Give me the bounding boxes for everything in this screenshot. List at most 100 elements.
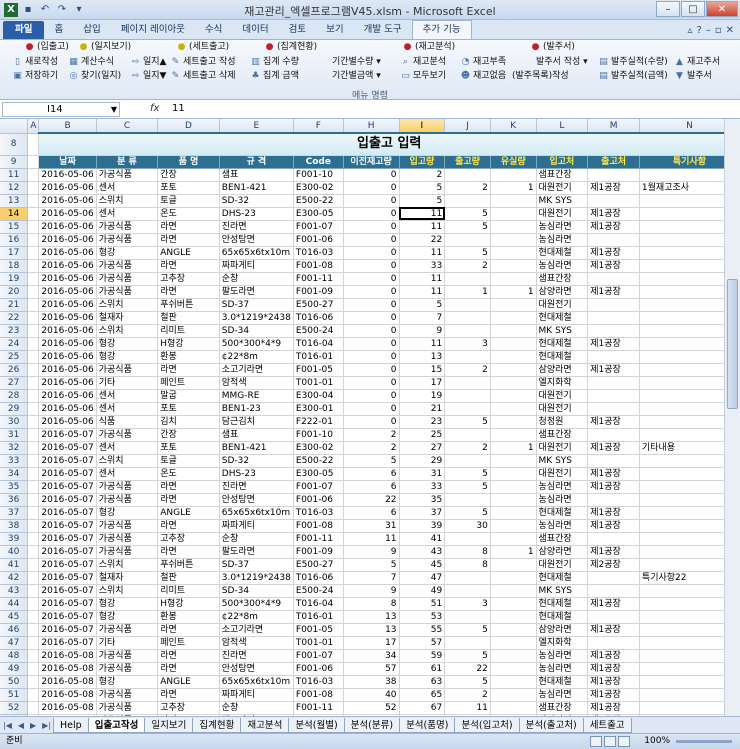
cell[interactable]: 가공식품 — [96, 168, 159, 182]
cell[interactable]: 2 — [444, 688, 491, 702]
cell[interactable] — [587, 454, 640, 468]
cell[interactable]: 현대제철 — [536, 506, 589, 520]
cell[interactable]: E500-27 — [293, 298, 344, 312]
row-header[interactable]: 15 — [0, 220, 29, 234]
cell[interactable]: 안성탕면 — [219, 662, 294, 676]
spreadsheet-table[interactable]: A B C D E F H I J K L M N 8 입출고 입력 9 날짜 … — [0, 119, 740, 716]
row-header[interactable]: 33 — [0, 454, 29, 468]
page-break-view-icon[interactable] — [618, 736, 630, 747]
cell[interactable]: 0 — [343, 220, 400, 234]
order-sheet-down-button[interactable]: ▼ 발주서 — [674, 70, 712, 83]
tab-developer[interactable]: 개발 도구 — [354, 21, 412, 39]
cell[interactable]: 담근김치 — [219, 415, 294, 429]
cell[interactable] — [490, 428, 537, 442]
cell[interactable]: 3.0*1219*2438 — [219, 311, 294, 325]
cell[interactable]: 57 — [343, 662, 400, 676]
cell[interactable]: 철재자 — [96, 571, 159, 585]
cell[interactable]: 57 — [399, 636, 446, 650]
cell[interactable] — [490, 623, 537, 637]
cell[interactable] — [444, 610, 491, 624]
cell[interactable]: 2016-05-07 — [38, 636, 97, 650]
cell[interactable]: 2016-05-06 — [38, 181, 97, 195]
cell[interactable]: 제1공장 — [587, 649, 640, 663]
cell[interactable]: MMG-RE — [219, 389, 294, 403]
cell[interactable] — [27, 233, 40, 247]
cell[interactable]: 페인트 — [157, 636, 220, 650]
cell[interactable]: 가공식품 — [96, 688, 159, 702]
row-header[interactable]: 8 — [0, 133, 29, 156]
cell[interactable]: 가공식품 — [96, 662, 159, 676]
cell[interactable]: E300-02 — [293, 441, 344, 455]
cell[interactable]: 2016-05-07 — [38, 519, 97, 533]
calc-formula-button[interactable]: ▦ 계산수식 — [68, 56, 114, 69]
cell[interactable]: 철판 — [157, 571, 220, 585]
cell[interactable]: 철판 — [157, 311, 220, 325]
cell[interactable]: F001-06 — [293, 662, 344, 676]
cell[interactable]: SD-37 — [219, 558, 294, 572]
cell[interactable]: 2016-05-08 — [38, 662, 97, 676]
cell[interactable]: E300-05 — [293, 207, 344, 221]
cell[interactable]: 2016-05-08 — [38, 675, 97, 689]
sheet-tab[interactable]: 분석(입고처) — [454, 717, 520, 733]
cell[interactable] — [587, 324, 640, 338]
cell[interactable]: SD-32 — [219, 454, 294, 468]
scrollbar-thumb[interactable] — [727, 279, 738, 409]
cell[interactable]: 소고기라면 — [219, 363, 294, 377]
cell[interactable]: 2016-05-06 — [38, 337, 97, 351]
cell[interactable]: 삼양라면 — [536, 285, 589, 299]
cell[interactable]: 간장 — [157, 428, 220, 442]
cell[interactable]: 31 — [343, 519, 400, 533]
row-header[interactable]: 27 — [0, 376, 29, 390]
cell[interactable]: 농심라면 — [536, 662, 589, 676]
cell[interactable]: E500-27 — [293, 558, 344, 572]
cell[interactable]: E500-24 — [293, 324, 344, 338]
select-all-corner[interactable] — [0, 119, 29, 134]
cell[interactable]: 형강 — [96, 350, 159, 364]
cell[interactable] — [27, 207, 40, 221]
cell[interactable] — [587, 636, 640, 650]
cell[interactable]: 2016-05-06 — [38, 402, 97, 416]
cell[interactable]: 센서 — [96, 181, 159, 195]
cell[interactable] — [490, 207, 537, 221]
cell[interactable] — [27, 415, 40, 429]
cell[interactable]: 8 — [444, 545, 491, 559]
cell[interactable]: 소고기라면 — [219, 623, 294, 637]
cell[interactable] — [490, 363, 537, 377]
cell[interactable]: 현대제철 — [536, 246, 589, 260]
cell[interactable]: 2016-05-06 — [38, 246, 97, 260]
row-header[interactable]: 45 — [0, 610, 29, 624]
cell[interactable]: 13 — [343, 623, 400, 637]
cell[interactable]: 제1공장 — [587, 519, 640, 533]
cell[interactable]: 농심라면 — [536, 480, 589, 494]
cell[interactable]: H형강 — [157, 337, 220, 351]
cell[interactable]: F222-01 — [293, 415, 344, 429]
cell[interactable] — [27, 220, 40, 234]
cell[interactable] — [490, 610, 537, 624]
cell[interactable] — [444, 402, 491, 416]
cell[interactable]: 라면 — [157, 649, 220, 663]
cell[interactable]: 5 — [343, 558, 400, 572]
cell[interactable] — [490, 675, 537, 689]
cell[interactable]: MK SYS — [536, 194, 589, 208]
cell[interactable]: 가공식품 — [96, 259, 159, 273]
cell[interactable]: 고추장 — [157, 701, 220, 715]
cell[interactable] — [27, 168, 40, 182]
row-header[interactable]: 51 — [0, 688, 29, 702]
cell[interactable]: 리미트 — [157, 324, 220, 338]
worksheet-grid[interactable]: A B C D E F H I J K L M N 8 입출고 입력 9 날짜 … — [0, 119, 740, 716]
tab-file[interactable]: 파일 — [3, 21, 45, 39]
cell[interactable] — [490, 584, 537, 598]
cell[interactable]: 1 — [490, 545, 537, 559]
cell[interactable]: 45 — [399, 558, 446, 572]
cell[interactable]: E300-02 — [293, 181, 344, 195]
cell[interactable]: 현대제철 — [536, 311, 589, 325]
cell[interactable] — [444, 324, 491, 338]
cell[interactable]: 2 — [343, 441, 400, 455]
cell[interactable]: 농심라면 — [536, 259, 589, 273]
cell[interactable]: 30 — [444, 519, 491, 533]
cell[interactable]: 21 — [399, 402, 446, 416]
cell[interactable]: 제1공장 — [587, 675, 640, 689]
cell[interactable]: 샘표간장 — [536, 532, 589, 546]
cell[interactable]: 6 — [343, 467, 400, 481]
tab-formulas[interactable]: 수식 — [195, 21, 232, 39]
